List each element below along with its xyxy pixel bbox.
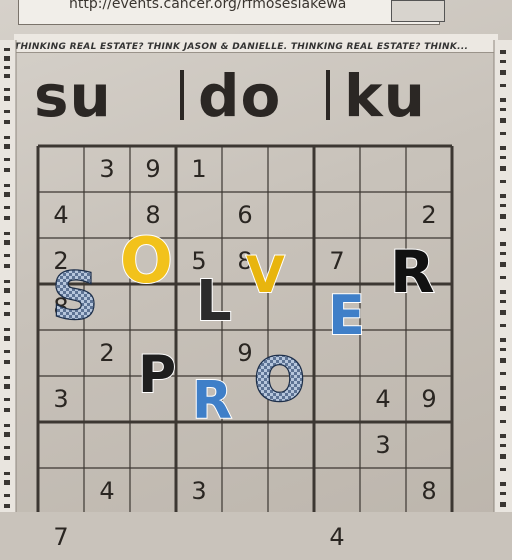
- sudoku-cell[interactable]: [84, 514, 130, 560]
- sudoku-cell[interactable]: [130, 284, 176, 330]
- sudoku-cell[interactable]: 2: [84, 330, 130, 376]
- sudoku-cell[interactable]: [84, 192, 130, 238]
- sudoku-cell[interactable]: [360, 284, 406, 330]
- sudoku-cell[interactable]: 8: [130, 192, 176, 238]
- sudoku-cell[interactable]: [406, 514, 452, 560]
- sudoku-cell[interactable]: [222, 514, 268, 560]
- sudoku-cell[interactable]: [268, 330, 314, 376]
- sudoku-cell[interactable]: [84, 376, 130, 422]
- sudoku-cell[interactable]: [222, 146, 268, 192]
- sudoku-cell[interactable]: [84, 238, 130, 284]
- sudoku-cell[interactable]: [176, 514, 222, 560]
- sudoku-cell[interactable]: [38, 330, 84, 376]
- sudoku-cell[interactable]: 4: [84, 468, 130, 514]
- sudoku-cell[interactable]: 8: [38, 284, 84, 330]
- sudoku-cell[interactable]: 7: [38, 514, 84, 560]
- sudoku-cell[interactable]: 4: [38, 192, 84, 238]
- sudoku-cell[interactable]: 9: [222, 330, 268, 376]
- sudoku-cell[interactable]: 5: [176, 238, 222, 284]
- sudoku-cell[interactable]: [130, 422, 176, 468]
- sudoku-cell[interactable]: [38, 146, 84, 192]
- sudoku-cell[interactable]: [130, 238, 176, 284]
- sudoku-cell[interactable]: [314, 192, 360, 238]
- sudoku-cell[interactable]: [360, 514, 406, 560]
- ad-logo-icon: [391, 0, 445, 22]
- sudoku-title: su do ku: [30, 62, 450, 130]
- sudoku-cell[interactable]: 3: [176, 468, 222, 514]
- sudoku-cell[interactable]: 9: [130, 146, 176, 192]
- ad-url: http://events.cancer.org/rfmoseslakewa: [69, 0, 347, 12]
- title-divider: [180, 70, 184, 120]
- sudoku-cell[interactable]: [176, 284, 222, 330]
- sudoku-cell[interactable]: [176, 192, 222, 238]
- sudoku-cell[interactable]: [176, 376, 222, 422]
- sudoku-cell[interactable]: [222, 468, 268, 514]
- sudoku-cell[interactable]: [84, 422, 130, 468]
- sudoku-cell[interactable]: [130, 376, 176, 422]
- sudoku-cell[interactable]: [360, 330, 406, 376]
- sudoku-cell[interactable]: [360, 192, 406, 238]
- sudoku-cell[interactable]: 4: [314, 514, 360, 560]
- sudoku-cell[interactable]: [268, 514, 314, 560]
- sudoku-cell[interactable]: [84, 284, 130, 330]
- sudoku-cell[interactable]: [222, 284, 268, 330]
- title-word-do: do: [198, 62, 282, 130]
- sudoku-cell[interactable]: 3: [360, 422, 406, 468]
- sudoku-cell[interactable]: [314, 146, 360, 192]
- sudoku-cell[interactable]: 2: [406, 192, 452, 238]
- sudoku-cell[interactable]: [360, 146, 406, 192]
- sudoku-cell[interactable]: [314, 284, 360, 330]
- ticker-left: [0, 40, 18, 512]
- sudoku-cell[interactable]: [268, 284, 314, 330]
- sudoku-cell[interactable]: 1: [176, 146, 222, 192]
- sudoku-cell[interactable]: 8: [222, 238, 268, 284]
- ticker-top: THINKING REAL ESTATE? THINK JASON & DANI…: [14, 34, 498, 53]
- sudoku-cell[interactable]: [268, 422, 314, 468]
- sudoku-cell[interactable]: [314, 468, 360, 514]
- title-divider: [326, 70, 330, 120]
- sudoku-cell[interactable]: 3: [38, 376, 84, 422]
- ad-banner: http://events.cancer.org/rfmoseslakewa: [18, 0, 445, 25]
- sudoku-cell[interactable]: [38, 468, 84, 514]
- title-word-ku: ku: [344, 62, 426, 130]
- sudoku-cell[interactable]: [222, 376, 268, 422]
- sudoku-cell[interactable]: [176, 422, 222, 468]
- sudoku-cell[interactable]: [130, 514, 176, 560]
- sudoku-cell[interactable]: [268, 376, 314, 422]
- sudoku-cell[interactable]: [268, 468, 314, 514]
- sudoku-cell[interactable]: 4: [360, 376, 406, 422]
- sudoku-cell[interactable]: 8: [406, 468, 452, 514]
- sudoku-cell[interactable]: [406, 146, 452, 192]
- sudoku-cell[interactable]: [222, 422, 268, 468]
- sudoku-cell[interactable]: [176, 330, 222, 376]
- sudoku-cell[interactable]: [314, 376, 360, 422]
- sudoku-cell[interactable]: 3: [84, 146, 130, 192]
- sudoku-cell[interactable]: [314, 422, 360, 468]
- sudoku-cell[interactable]: [130, 468, 176, 514]
- sudoku-cell[interactable]: 2: [38, 238, 84, 284]
- ticker-text: THINKING REAL ESTATE? THINK JASON & DANI…: [14, 42, 469, 52]
- sudoku-cell[interactable]: 6: [222, 192, 268, 238]
- sudoku-cell[interactable]: [130, 330, 176, 376]
- sudoku-cell[interactable]: [406, 422, 452, 468]
- sudoku-cell[interactable]: [406, 284, 452, 330]
- sudoku-cell[interactable]: [360, 468, 406, 514]
- sudoku-cell[interactable]: [38, 422, 84, 468]
- sudoku-cell[interactable]: [406, 330, 452, 376]
- title-word-su: su: [34, 62, 112, 130]
- sudoku-cell[interactable]: 7: [314, 238, 360, 284]
- sudoku-cell[interactable]: [406, 238, 452, 284]
- sudoku-cell[interactable]: [268, 238, 314, 284]
- sudoku-cell[interactable]: [360, 238, 406, 284]
- sudoku-cell[interactable]: [268, 146, 314, 192]
- sudoku-cell[interactable]: 9: [406, 376, 452, 422]
- sudoku-grid[interactable]: 39148622587829349343874: [30, 140, 508, 551]
- sudoku-cell[interactable]: [268, 192, 314, 238]
- sudoku-cell[interactable]: [314, 330, 360, 376]
